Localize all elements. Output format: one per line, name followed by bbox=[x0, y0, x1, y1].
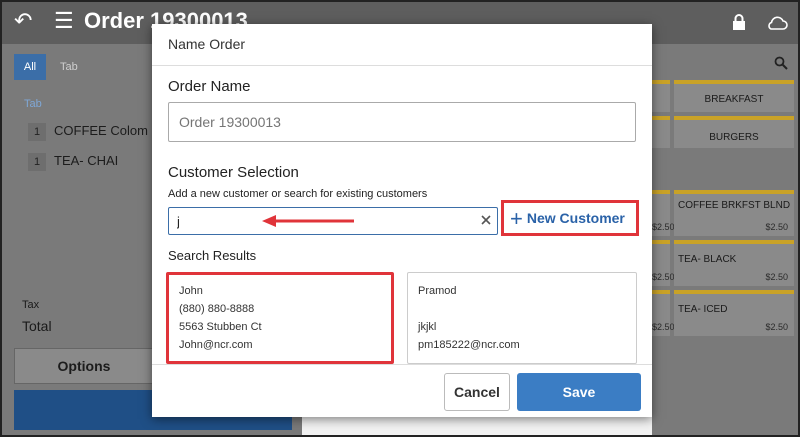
item-name: TEA- CHAI bbox=[54, 153, 119, 168]
order-name-input[interactable] bbox=[168, 102, 636, 142]
customer-selection-label: Customer Selection bbox=[168, 164, 299, 181]
menu-tile-coffee-brkfst-blnd[interactable]: COFFEE BRKFST BLND $2.50 bbox=[674, 190, 794, 236]
item-quantity: 1 bbox=[28, 123, 46, 141]
item-quantity: 1 bbox=[28, 153, 46, 171]
dialog-footer: Cancel Save bbox=[152, 364, 652, 417]
customer-email: pm185222@ncr.com bbox=[418, 339, 520, 351]
total-label: Total bbox=[22, 318, 52, 334]
menu-tile-tea-black[interactable]: TEA- BLACK $2.50 bbox=[674, 240, 794, 286]
tab-section-label: Tab bbox=[24, 98, 42, 110]
tile-price: $2.50 bbox=[652, 322, 675, 332]
tile-name: TEA- BLACK bbox=[678, 254, 737, 265]
order-line-item[interactable]: 1 TEA- CHAI bbox=[28, 150, 118, 172]
options-button[interactable]: Options bbox=[14, 348, 154, 384]
order-name-label: Order Name bbox=[168, 78, 251, 95]
tile-name: TEA- ICED bbox=[678, 304, 728, 315]
customer-email: John@ncr.com bbox=[179, 339, 253, 351]
customer-result-card[interactable]: Pramod jkjkl pm185222@ncr.com bbox=[407, 272, 637, 364]
menu-panel: $2.50 $2.50 $2.50 BREAKFAST BURGERS COFF… bbox=[652, 44, 798, 435]
tile-price: $2.50 bbox=[765, 222, 788, 232]
customer-phone: (880) 880-8888 bbox=[179, 303, 255, 315]
save-button[interactable]: Save bbox=[517, 373, 641, 411]
dialog-header: Name Order bbox=[152, 24, 652, 66]
new-customer-label: New Customer bbox=[526, 210, 625, 226]
customer-hint: Add a new customer or search for existin… bbox=[168, 188, 428, 200]
dialog-title: Name Order bbox=[168, 36, 246, 52]
search-results-label: Search Results bbox=[168, 248, 257, 263]
tile-name: BURGERS bbox=[709, 132, 759, 143]
customer-result-card[interactable]: John (880) 880-8888 5563 Stubben Ct John… bbox=[166, 272, 394, 364]
lock-icon[interactable] bbox=[732, 14, 746, 30]
menu-tile-partial[interactable]: $2.50 bbox=[652, 190, 675, 236]
menu-tile-breakfast[interactable]: BREAKFAST bbox=[674, 80, 794, 112]
menu-tile-partial[interactable]: $2.50 bbox=[652, 290, 675, 336]
back-arrow-icon[interactable]: ↶ bbox=[14, 10, 32, 32]
menu-tile-partial[interactable] bbox=[652, 116, 670, 148]
customer-name: Pramod bbox=[418, 285, 457, 297]
tile-price: $2.50 bbox=[765, 322, 788, 332]
customer-address: 5563 Stubben Ct bbox=[179, 321, 262, 333]
tax-label: Tax bbox=[22, 299, 40, 311]
order-line-item[interactable]: 1 COFFEE Colom bbox=[28, 120, 148, 142]
menu-tile-partial[interactable] bbox=[652, 80, 670, 112]
cloud-icon[interactable] bbox=[766, 14, 788, 30]
item-name: COFFEE Colom bbox=[54, 123, 148, 138]
new-customer-button[interactable]: + New Customer bbox=[501, 200, 639, 236]
menu-tile-tea-iced[interactable]: TEA- ICED $2.50 bbox=[674, 290, 794, 336]
app-frame: ↶ ☰ Order 19300013 All Tab Tab 1 COFFEE C… bbox=[0, 0, 800, 437]
cancel-button[interactable]: Cancel bbox=[444, 373, 510, 411]
annotation-arrow-icon bbox=[262, 215, 354, 227]
tile-name: COFFEE BRKFST BLND bbox=[678, 200, 791, 211]
search-icon[interactable] bbox=[774, 56, 788, 70]
customer-name: John bbox=[179, 285, 203, 297]
tile-name: BREAKFAST bbox=[704, 94, 764, 105]
clear-icon[interactable] bbox=[480, 214, 492, 226]
name-order-dialog: Name Order Order Name Customer Selection… bbox=[152, 24, 652, 417]
plus-icon: + bbox=[510, 206, 523, 231]
customer-address: jkjkl bbox=[418, 321, 437, 333]
tile-price: $2.50 bbox=[652, 222, 675, 232]
tab-all[interactable]: All bbox=[14, 54, 46, 80]
hamburger-menu-icon[interactable]: ☰ bbox=[54, 10, 74, 32]
menu-tile-partial[interactable]: $2.50 bbox=[652, 240, 675, 286]
tile-price: $2.50 bbox=[765, 272, 788, 282]
menu-tile-burgers[interactable]: BURGERS bbox=[674, 116, 794, 148]
tile-price: $2.50 bbox=[652, 272, 675, 282]
